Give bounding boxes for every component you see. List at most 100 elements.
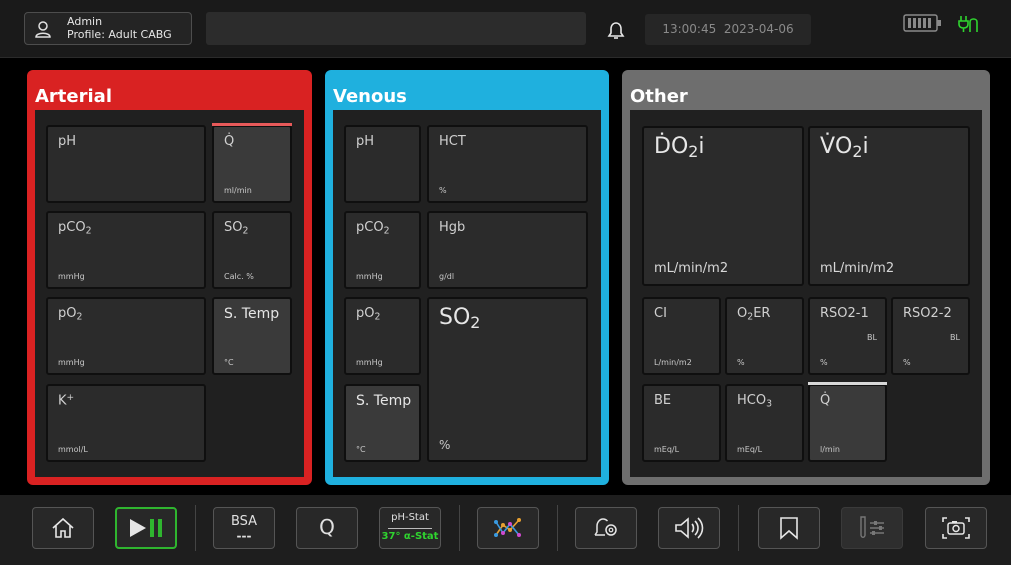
arterial-po2-label: pO2 (58, 306, 83, 323)
arterial-k-unit: mmol/L (58, 445, 88, 454)
screenshot-button[interactable] (925, 507, 987, 549)
user-icon (35, 21, 51, 38)
venous-stemp-unit: °C (356, 445, 366, 454)
arterial-pco2-label: pCO2 (58, 220, 92, 237)
bottom-toolbar: BSA --- Q pH-Stat 37° α-Stat (0, 495, 1011, 565)
venous-panel: Venous pH HCT % pCO2 mmHg Hgb g/dl pO2 m… (325, 70, 609, 485)
bsa-value: --- (236, 529, 252, 543)
rso2-1-unit: % (820, 358, 828, 367)
volume-icon (675, 517, 704, 539)
do2i-unit: mL/min/m2 (654, 261, 729, 276)
bell-icon[interactable] (605, 20, 627, 42)
o2er-label: O2ER (737, 306, 771, 323)
user-profile-button[interactable]: Admin Profile: Adult CABG (24, 12, 192, 45)
other-title: Other (630, 86, 688, 107)
venous-po2-unit: mmHg (356, 358, 383, 367)
rso2-1-tile[interactable]: RSO2-1 BL % (808, 297, 887, 375)
do2i-label: ḊO2i (654, 134, 705, 161)
home-icon (52, 517, 74, 538)
toolbar-separator (738, 505, 739, 551)
arterial-so2-unit: Calc. % (224, 272, 254, 281)
other-q-label: Q̇ (820, 393, 831, 408)
calibration-button[interactable] (841, 507, 903, 549)
rso2-2-baseline: BL (950, 333, 960, 342)
bsa-button[interactable]: BSA --- (213, 507, 275, 549)
venous-stemp-tile[interactable]: S. Temp °C (344, 384, 421, 462)
ci-tile[interactable]: CI L/min/m2 (642, 297, 721, 375)
venous-po2-tile[interactable]: pO2 mmHg (344, 297, 421, 375)
venous-so2-label: SO2 (439, 305, 481, 332)
arterial-pco2-tile[interactable]: pCO2 mmHg (46, 211, 206, 289)
play-pause-button[interactable] (115, 507, 177, 549)
venous-hct-label: HCT (439, 134, 466, 149)
q-marker (808, 382, 887, 385)
arterial-inner: pH Q̇ ml/min pCO2 mmHg SO2 Calc. % pO2 m… (35, 110, 304, 477)
venous-hgb-tile[interactable]: Hgb g/dl (427, 211, 588, 289)
other-q-unit: l/min (820, 445, 841, 454)
venous-hct-tile[interactable]: HCT % (427, 125, 588, 203)
arterial-ph-tile[interactable]: pH (46, 125, 206, 203)
venous-pco2-tile[interactable]: pCO2 mmHg (344, 211, 421, 289)
arterial-k-label: K+ (58, 393, 75, 409)
venous-title: Venous (333, 86, 407, 107)
time-text: 13:00:45 (662, 22, 717, 36)
trend-button[interactable] (477, 507, 539, 549)
venous-hgb-label: Hgb (439, 220, 466, 235)
battery-icon (903, 14, 941, 32)
venous-hct-unit: % (439, 186, 447, 195)
bookmark-icon (780, 517, 798, 540)
plug-icon (958, 16, 978, 32)
arterial-q-unit: ml/min (224, 186, 252, 195)
arterial-stemp-tile[interactable]: S. Temp °C (212, 297, 292, 375)
ph-stat-label: pH-Stat (391, 512, 429, 523)
venous-stemp-label: S. Temp (356, 393, 412, 409)
alarm-settings-button[interactable] (575, 507, 637, 549)
home-button[interactable] (32, 507, 94, 549)
hco3-unit: mEq/L (737, 445, 763, 454)
q-button-label: Q (319, 515, 335, 539)
vo2i-label: V̇O2i (820, 134, 869, 161)
arterial-po2-tile[interactable]: pO2 mmHg (46, 297, 206, 375)
toolbar-separator (195, 505, 196, 551)
arterial-q-tile[interactable]: Q̇ ml/min (212, 123, 292, 203)
venous-so2-tile[interactable]: SO2 % (427, 297, 588, 462)
trend-chart-icon (494, 518, 521, 537)
o2er-tile[interactable]: O2ER % (725, 297, 804, 375)
venous-pco2-unit: mmHg (356, 272, 383, 281)
user-name: Admin (67, 15, 103, 28)
alpha-stat-label: 37° α-Stat (381, 531, 439, 542)
hco3-tile[interactable]: HCO3 mEq/L (725, 384, 804, 462)
rso2-1-baseline: BL (867, 333, 877, 342)
arterial-so2-tile[interactable]: SO2 Calc. % (212, 211, 292, 289)
calibration-icon (860, 516, 884, 538)
ci-unit: L/min/m2 (654, 358, 692, 367)
volume-button[interactable] (658, 507, 720, 549)
clock-display: 13:00:45 2023-04-06 (645, 14, 811, 45)
ci-label: CI (654, 306, 667, 321)
arterial-stemp-unit: °C (224, 358, 234, 367)
rso2-2-label: RSO2-2 (903, 306, 952, 321)
ph-stat-divider (388, 528, 432, 529)
venous-so2-unit: % (439, 438, 451, 452)
play-pause-icon (130, 519, 162, 537)
toolbar-separator (557, 505, 558, 551)
venous-ph-tile[interactable]: pH (344, 125, 421, 203)
profile-name: Profile: Adult CABG (67, 28, 172, 41)
be-tile[interactable]: BE mEq/L (642, 384, 721, 462)
venous-ph-label: pH (356, 134, 375, 149)
venous-inner: pH HCT % pCO2 mmHg Hgb g/dl pO2 mmHg SO2… (333, 110, 601, 477)
message-bar (206, 12, 586, 45)
venous-hgb-unit: g/dl (439, 272, 455, 281)
ph-stat-button[interactable]: pH-Stat 37° α-Stat (379, 507, 441, 549)
bookmark-button[interactable] (758, 507, 820, 549)
q-button[interactable]: Q (296, 507, 358, 549)
do2i-tile[interactable]: ḊO2i mL/min/m2 (642, 126, 804, 286)
rso2-2-unit: % (903, 358, 911, 367)
rso2-2-tile[interactable]: RSO2-2 BL % (891, 297, 970, 375)
other-q-tile[interactable]: Q̇ l/min (808, 382, 887, 462)
arterial-k-tile[interactable]: K+ mmol/L (46, 384, 206, 462)
arterial-po2-unit: mmHg (58, 358, 85, 367)
bsa-label: BSA (230, 514, 258, 529)
venous-po2-label: pO2 (356, 306, 381, 323)
vo2i-tile[interactable]: V̇O2i mL/min/m2 (808, 126, 970, 286)
